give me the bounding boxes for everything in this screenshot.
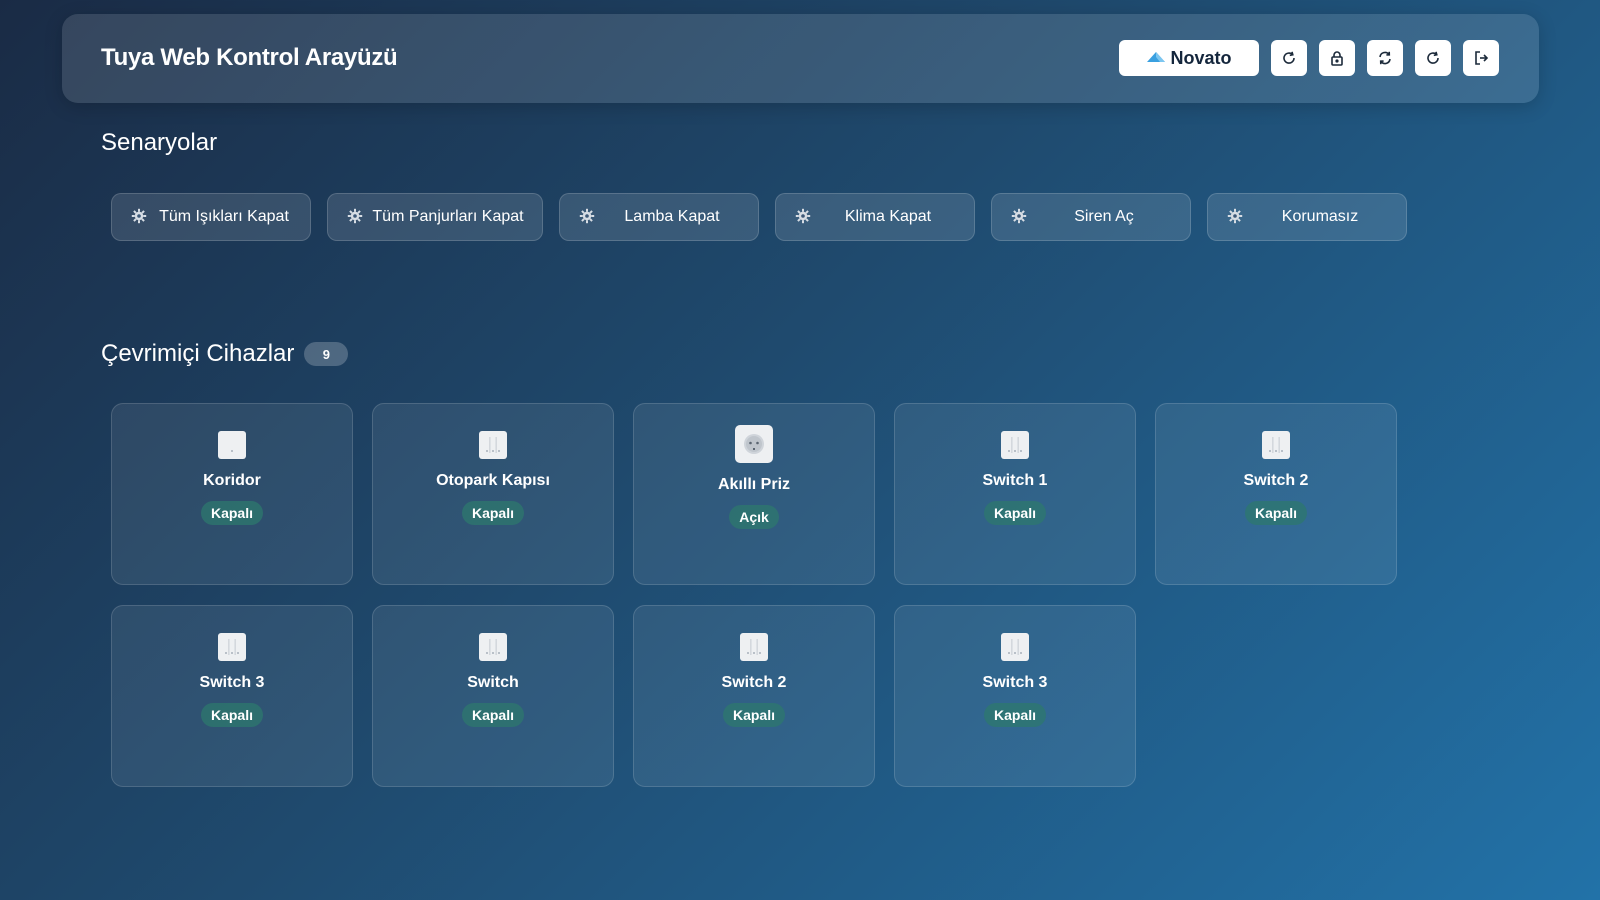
device-grid: Koridor Kapalı Otopark Kapısı Kapalı Akı… (111, 403, 1397, 787)
device-state-badge: Kapalı (983, 703, 1046, 727)
device-state-badge: Kapalı (461, 501, 524, 525)
app-title: Tuya Web Kontrol Arayüzü (101, 44, 398, 71)
device-card[interactable]: Switch 3 Kapalı (894, 605, 1136, 787)
device-state-badge: Kapalı (983, 501, 1046, 525)
device-card[interactable]: Switch 2 Kapalı (633, 605, 875, 787)
brand-label: Novato (1170, 47, 1232, 68)
device-name: Switch 2 (721, 674, 787, 691)
refresh-button[interactable] (1271, 40, 1307, 76)
switch-icon (1262, 431, 1290, 459)
device-card[interactable]: Akıllı Priz Açık (633, 403, 875, 585)
sync-button[interactable] (1367, 40, 1403, 76)
device-card[interactable]: Switch 1 Kapalı (894, 403, 1136, 585)
socket-icon (735, 425, 773, 463)
scenes-title: Senaryolar (101, 129, 218, 156)
device-card[interactable]: Koridor Kapalı (111, 403, 353, 585)
scene-button-lamp-off[interactable]: Lamba Kapat (559, 193, 759, 241)
app-header: Tuya Web Kontrol Arayüzü Novato (62, 14, 1539, 103)
switch-icon (479, 431, 507, 459)
gear-icon (795, 208, 811, 229)
reload-icon (1425, 50, 1441, 66)
lock-icon (1329, 50, 1345, 66)
device-card[interactable]: Switch 2 Kapalı (1155, 403, 1397, 585)
device-name: Switch 1 (982, 472, 1048, 489)
device-name: Koridor (203, 472, 261, 489)
gear-icon (1011, 208, 1027, 229)
device-state-badge: Açık (729, 505, 779, 529)
gear-icon (579, 208, 595, 229)
scene-button-siren-on[interactable]: Siren Aç (991, 193, 1191, 241)
lock-button[interactable] (1319, 40, 1355, 76)
brand-button[interactable]: Novato (1119, 40, 1259, 76)
scene-button-all-shutters-off[interactable]: Tüm Panjurları Kapat (327, 193, 543, 241)
brand-logo-icon (1146, 50, 1166, 66)
scenes-list: Tüm Işıkları Kapat Tüm Panjurları Kapat … (111, 193, 1407, 241)
device-count-badge: 9 (304, 342, 349, 366)
device-state-badge: Kapalı (1244, 501, 1307, 525)
gear-icon (131, 208, 147, 229)
device-state-badge: Kapalı (461, 703, 524, 727)
switch-icon (479, 633, 507, 661)
device-state-badge: Kapalı (200, 703, 263, 727)
reload-button[interactable] (1415, 40, 1451, 76)
device-name: Switch 3 (199, 674, 265, 691)
gear-icon (347, 208, 363, 229)
device-name: Akıllı Priz (717, 476, 791, 493)
device-name: Switch 2 (1243, 472, 1309, 489)
switch-icon (1001, 633, 1029, 661)
switch-icon (218, 633, 246, 661)
logout-button[interactable] (1463, 40, 1499, 76)
devices-title: Çevrimiçi Cihazlar (101, 340, 295, 367)
sync-icon (1377, 50, 1393, 66)
switch-icon (218, 431, 246, 459)
gear-icon (1227, 208, 1243, 229)
scene-button-all-lights-off[interactable]: Tüm Işıkları Kapat (111, 193, 311, 241)
device-state-badge: Kapalı (200, 501, 263, 525)
device-card[interactable]: Switch 3 Kapalı (111, 605, 353, 787)
device-card[interactable]: Switch Kapalı (372, 605, 614, 787)
devices-title-row: Çevrimiçi Cihazlar 9 (101, 340, 349, 368)
device-name: Otopark Kapısı (436, 472, 550, 489)
scene-button-unprotected[interactable]: Korumasız (1207, 193, 1407, 241)
device-card[interactable]: Otopark Kapısı Kapalı (372, 403, 614, 585)
device-state-badge: Kapalı (722, 703, 785, 727)
device-name: Switch (467, 674, 519, 691)
device-name: Switch 3 (982, 674, 1048, 691)
logout-icon (1473, 50, 1489, 66)
header-actions: Novato (1119, 40, 1499, 76)
refresh-icon (1281, 50, 1297, 66)
switch-icon (740, 633, 768, 661)
scene-button-ac-off[interactable]: Klima Kapat (775, 193, 975, 241)
switch-icon (1001, 431, 1029, 459)
